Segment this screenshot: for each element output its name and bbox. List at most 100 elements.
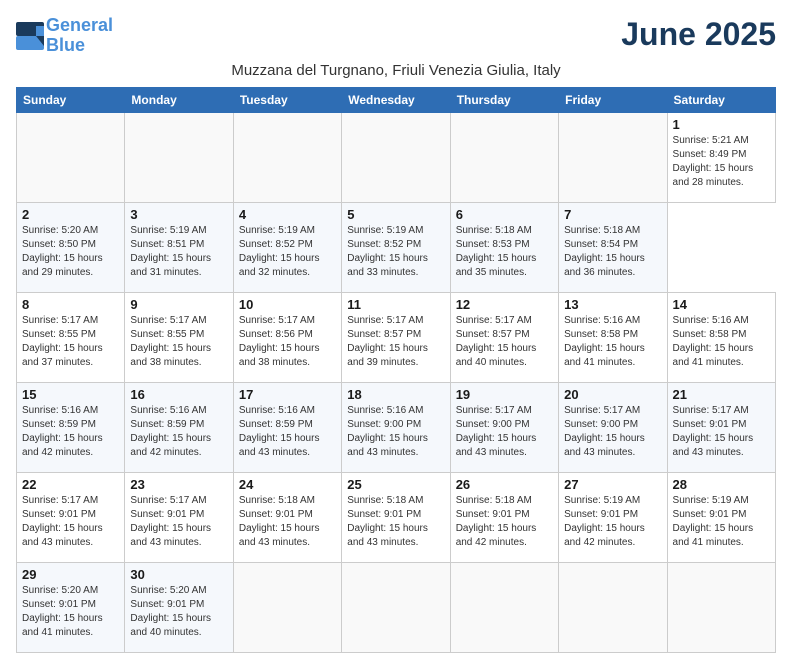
calendar-cell: 1 Sunrise: 5:21 AMSunset: 8:49 PMDaylight… — [667, 112, 775, 202]
day-number: 1 — [673, 117, 770, 132]
day-info: Sunrise: 5:18 AMSunset: 9:01 PMDaylight:… — [239, 494, 336, 550]
logo: General Blue — [16, 16, 113, 56]
day-info: Sunrise: 5:19 AMSunset: 8:52 PMDaylight:… — [347, 224, 444, 280]
calendar-cell — [342, 112, 450, 202]
calendar-cell — [342, 562, 450, 652]
calendar-cell: 19Sunrise: 5:17 AMSunset: 9:00 PMDayligh… — [450, 382, 558, 472]
calendar-cell: 17 Sunrise: 5:16 AMSunset: 8:59 PMDayligh… — [233, 382, 341, 472]
calendar-cell: 12 Sunrise: 5:17 AMSunset: 8:57 PMDayligh… — [450, 292, 558, 382]
calendar-cell: 22 Sunrise: 5:17 AMSunset: 9:01 PMDayligh… — [17, 472, 125, 562]
calendar-cell: 13 Sunrise: 5:16 AMSunset: 8:58 PMDayligh… — [559, 292, 667, 382]
day-number: 9 — [130, 297, 227, 312]
day-info: Sunrise: 5:18 AMSunset: 8:54 PMDaylight:… — [564, 224, 661, 280]
weekday-header-cell: Friday — [559, 87, 667, 112]
calendar-cell — [450, 562, 558, 652]
calendar-cell — [559, 112, 667, 202]
day-number: 17 — [239, 387, 336, 402]
day-number: 13 — [564, 297, 661, 312]
calendar-cell: 9 Sunrise: 5:17 AMSunset: 8:55 PMDaylight… — [125, 292, 233, 382]
logo-text: General — [46, 16, 113, 36]
week-row: 2Sunrise: 5:20 AMSunset: 8:50 PMDaylight… — [17, 202, 776, 292]
weekday-header-cell: Thursday — [450, 87, 558, 112]
day-info: Sunrise: 5:17 AMSunset: 9:01 PMDaylight:… — [673, 404, 770, 460]
day-info: Sunrise: 5:19 AMSunset: 9:01 PMDaylight:… — [673, 494, 770, 550]
day-number: 12 — [456, 297, 553, 312]
calendar-cell: 6 Sunrise: 5:18 AMSunset: 8:53 PMDaylight… — [450, 202, 558, 292]
day-info: Sunrise: 5:17 AMSunset: 9:00 PMDaylight:… — [564, 404, 661, 460]
weekday-header-cell: Saturday — [667, 87, 775, 112]
day-info: Sunrise: 5:17 AMSunset: 8:56 PMDaylight:… — [239, 314, 336, 370]
day-info: Sunrise: 5:18 AMSunset: 9:01 PMDaylight:… — [456, 494, 553, 550]
day-number: 7 — [564, 207, 661, 222]
day-info: Sunrise: 5:18 AMSunset: 8:53 PMDaylight:… — [456, 224, 553, 280]
calendar-cell: 29Sunrise: 5:20 AMSunset: 9:01 PMDayligh… — [17, 562, 125, 652]
calendar-cell: 15Sunrise: 5:16 AMSunset: 8:59 PMDayligh… — [17, 382, 125, 472]
week-row: 8 Sunrise: 5:17 AMSunset: 8:55 PMDaylight… — [17, 292, 776, 382]
day-number: 20 — [564, 387, 661, 402]
day-info: Sunrise: 5:16 AMSunset: 8:59 PMDaylight:… — [130, 404, 227, 460]
day-number: 27 — [564, 477, 661, 492]
day-number: 3 — [130, 207, 227, 222]
day-number: 19 — [456, 387, 553, 402]
day-info: Sunrise: 5:19 AMSunset: 9:01 PMDaylight:… — [564, 494, 661, 550]
calendar-cell: 20 Sunrise: 5:17 AMSunset: 9:00 PMDayligh… — [559, 382, 667, 472]
location-subtitle: Muzzana del Turgnano, Friuli Venezia Giu… — [16, 62, 776, 79]
calendar-cell — [450, 112, 558, 202]
calendar-cell: 21 Sunrise: 5:17 AMSunset: 9:01 PMDayligh… — [667, 382, 775, 472]
day-number: 5 — [347, 207, 444, 222]
day-number: 10 — [239, 297, 336, 312]
day-number: 25 — [347, 477, 444, 492]
day-info: Sunrise: 5:16 AMSunset: 8:59 PMDaylight:… — [239, 404, 336, 460]
day-number: 22 — [22, 477, 119, 492]
calendar-cell: 25 Sunrise: 5:18 AMSunset: 9:01 PMDayligh… — [342, 472, 450, 562]
day-number: 8 — [22, 297, 119, 312]
weekday-header-cell: Sunday — [17, 87, 125, 112]
day-info: Sunrise: 5:17 AMSunset: 8:55 PMDaylight:… — [22, 314, 119, 370]
day-number: 16 — [130, 387, 227, 402]
day-number: 28 — [673, 477, 770, 492]
day-number: 29 — [22, 567, 119, 582]
day-info: Sunrise: 5:16 AMSunset: 8:58 PMDaylight:… — [564, 314, 661, 370]
day-number: 14 — [673, 297, 770, 312]
calendar-cell: 30Sunrise: 5:20 AMSunset: 9:01 PMDayligh… — [125, 562, 233, 652]
day-info: Sunrise: 5:17 AMSunset: 8:57 PMDaylight:… — [456, 314, 553, 370]
day-info: Sunrise: 5:18 AMSunset: 9:01 PMDaylight:… — [347, 494, 444, 550]
calendar-table: SundayMondayTuesdayWednesdayThursdayFrid… — [16, 87, 776, 653]
calendar-cell: 23Sunrise: 5:17 AMSunset: 9:01 PMDayligh… — [125, 472, 233, 562]
day-info: Sunrise: 5:17 AMSunset: 9:01 PMDaylight:… — [130, 494, 227, 550]
calendar-cell: 24Sunrise: 5:18 AMSunset: 9:01 PMDayligh… — [233, 472, 341, 562]
day-number: 21 — [673, 387, 770, 402]
day-info: Sunrise: 5:17 AMSunset: 8:57 PMDaylight:… — [347, 314, 444, 370]
calendar-cell: 27 Sunrise: 5:19 AMSunset: 9:01 PMDayligh… — [559, 472, 667, 562]
calendar-cell: 3 Sunrise: 5:19 AMSunset: 8:51 PMDaylight… — [125, 202, 233, 292]
day-number: 18 — [347, 387, 444, 402]
calendar-cell — [559, 562, 667, 652]
calendar-cell — [233, 112, 341, 202]
day-number: 26 — [456, 477, 553, 492]
calendar-cell: 7 Sunrise: 5:18 AMSunset: 8:54 PMDaylight… — [559, 202, 667, 292]
day-info: Sunrise: 5:19 AMSunset: 8:51 PMDaylight:… — [130, 224, 227, 280]
day-info: Sunrise: 5:17 AMSunset: 8:55 PMDaylight:… — [130, 314, 227, 370]
calendar-cell: 28 Sunrise: 5:19 AMSunset: 9:01 PMDayligh… — [667, 472, 775, 562]
calendar-cell — [17, 112, 125, 202]
week-row: 29Sunrise: 5:20 AMSunset: 9:01 PMDayligh… — [17, 562, 776, 652]
day-info: Sunrise: 5:17 AMSunset: 9:01 PMDaylight:… — [22, 494, 119, 550]
weekday-header-row: SundayMondayTuesdayWednesdayThursdayFrid… — [17, 87, 776, 112]
calendar-cell — [233, 562, 341, 652]
day-info: Sunrise: 5:21 AMSunset: 8:49 PMDaylight:… — [673, 134, 770, 190]
day-number: 15 — [22, 387, 119, 402]
calendar-cell: 2Sunrise: 5:20 AMSunset: 8:50 PMDaylight… — [17, 202, 125, 292]
calendar-body: 1 Sunrise: 5:21 AMSunset: 8:49 PMDaylight… — [17, 112, 776, 652]
calendar-cell: 26 Sunrise: 5:18 AMSunset: 9:01 PMDayligh… — [450, 472, 558, 562]
week-row: 15 Sunrise: 5:16 AMSunset: 8:59 PMDayligh… — [17, 382, 776, 472]
day-number: 30 — [130, 567, 227, 582]
logo-text2: Blue — [46, 36, 113, 56]
calendar-cell: 8 Sunrise: 5:17 AMSunset: 8:55 PMDaylight… — [17, 292, 125, 382]
calendar-cell — [667, 562, 775, 652]
calendar-cell: 14Sunrise: 5:16 AMSunset: 8:58 PMDayligh… — [667, 292, 775, 382]
calendar-cell: 16 Sunrise: 5:16 AMSunset: 8:59 PMDayligh… — [125, 382, 233, 472]
weekday-header-cell: Tuesday — [233, 87, 341, 112]
day-number: 2 — [22, 207, 119, 222]
day-number: 6 — [456, 207, 553, 222]
calendar-cell: 4Sunrise: 5:19 AMSunset: 8:52 PMDaylight… — [233, 202, 341, 292]
